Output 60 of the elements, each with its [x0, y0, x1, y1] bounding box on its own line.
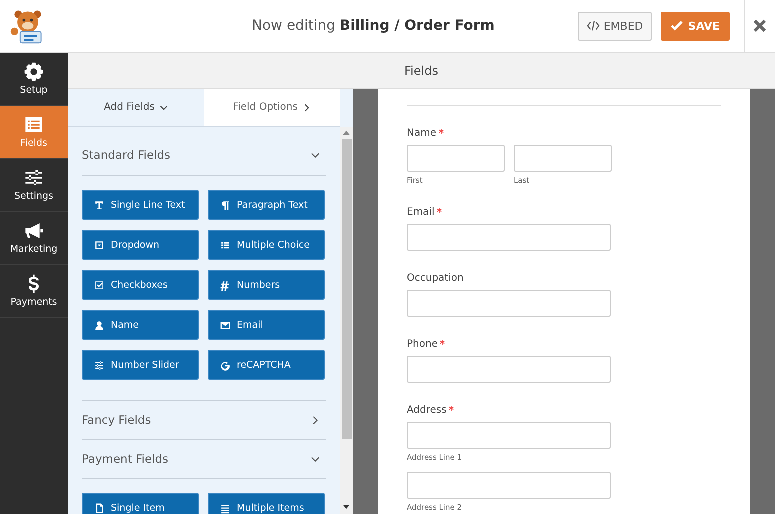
checkmark-icon	[671, 21, 684, 31]
nav-item[interactable]: Fields	[0, 106, 68, 159]
section-title-bar: Fields	[68, 53, 775, 89]
field-label: Email	[407, 207, 435, 218]
add-field-button[interactable]: Single Line Text	[82, 190, 199, 220]
field-label: Occupation	[407, 273, 464, 284]
embed-button[interactable]: EMBED	[578, 12, 652, 40]
chevron-down-icon	[311, 150, 320, 160]
list-icon	[24, 115, 44, 135]
person-icon	[94, 320, 105, 330]
letter-g-icon	[220, 360, 231, 370]
chevron-down-icon	[160, 104, 168, 112]
input-field[interactable]	[407, 145, 505, 172]
field-label: Phone	[407, 339, 438, 350]
add-field-button[interactable]: Dropdown	[82, 230, 199, 260]
field-group-header[interactable]: Payment Fields	[82, 440, 326, 479]
scroll-up-arrow-icon[interactable]	[343, 130, 350, 135]
scrollbar[interactable]	[340, 127, 353, 514]
save-button[interactable]: SAVE	[661, 12, 730, 40]
gear-icon	[24, 62, 44, 82]
add-field-button[interactable]: Multiple Items	[208, 493, 325, 514]
add-field-button[interactable]: Numbers	[208, 270, 325, 300]
paragraph-icon	[220, 200, 231, 210]
add-field-button[interactable]: Paragraph Text	[208, 190, 325, 220]
sliders-icon	[24, 168, 44, 188]
add-field-button[interactable]: Single Item	[82, 493, 199, 514]
page-title: Now editing Billing / Order Form	[251, 18, 496, 34]
sliders-icon	[94, 360, 105, 370]
scroll-down-arrow-icon[interactable]	[343, 505, 350, 510]
list-icon	[220, 502, 231, 514]
input-field[interactable]	[407, 290, 611, 317]
add-field-button[interactable]: Name	[82, 310, 199, 340]
panel-tab[interactable]: Field Options	[204, 89, 340, 126]
add-field-button[interactable]: Number Slider	[82, 350, 199, 380]
code-icon	[586, 21, 600, 31]
chevron-right-icon	[302, 104, 311, 112]
list-icon	[220, 240, 231, 250]
input-field[interactable]	[514, 145, 612, 172]
input-field[interactable]	[407, 356, 611, 383]
chevron-right-icon	[311, 416, 320, 424]
add-field-button[interactable]: reCAPTCHA	[208, 350, 325, 380]
field-group-header[interactable]: Standard Fields	[82, 135, 326, 176]
hash-icon	[220, 280, 231, 290]
close-icon[interactable]	[753, 19, 767, 33]
chevron-down-icon	[311, 454, 320, 464]
add-field-button[interactable]: Email	[208, 310, 325, 340]
field-label: Name	[407, 128, 437, 139]
document-icon	[94, 502, 105, 514]
add-field-button[interactable]: Multiple Choice	[208, 230, 325, 260]
input-field[interactable]	[407, 472, 611, 499]
field-label: Address	[407, 405, 447, 416]
input-field[interactable]	[407, 422, 611, 449]
input-field[interactable]	[407, 224, 611, 251]
dropdown-icon	[94, 240, 105, 250]
add-field-button[interactable]: Checkboxes	[82, 270, 199, 300]
checkbox-icon	[94, 280, 105, 290]
megaphone-icon	[24, 221, 44, 241]
text-cursor-icon	[94, 200, 105, 210]
envelope-icon	[220, 320, 231, 330]
field-group-header[interactable]: Fancy Fields	[82, 400, 326, 440]
